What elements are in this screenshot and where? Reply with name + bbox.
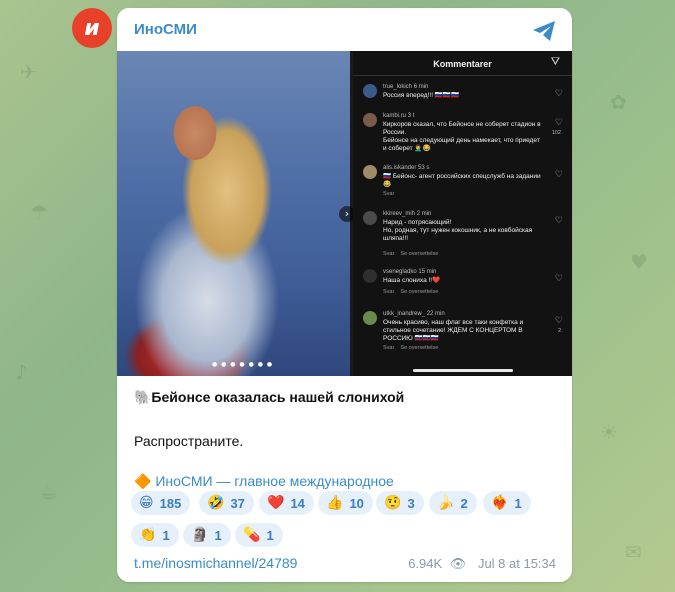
telegram-share-icon	[533, 21, 555, 41]
raised-eyebrow-emoji-icon: 🤨	[384, 495, 402, 511]
avatar	[363, 211, 377, 225]
comment-user: vsenegladko 15 min	[383, 269, 437, 275]
reaction-banana[interactable]: 🍌 2	[429, 491, 477, 515]
comments-divider	[353, 75, 572, 76]
heart-icon: ♡	[554, 88, 563, 98]
comment-text: 🇷🇺 Бейонс- агент российских спецслужб на…	[383, 173, 541, 188]
channel-name[interactable]: ИноСМИ	[134, 21, 197, 38]
like-count: 102	[551, 130, 561, 136]
channel-avatar[interactable]: и	[72, 8, 112, 48]
comment-text: Наша слониха !!❤️	[383, 277, 441, 284]
background-doodle: ✈	[20, 60, 37, 84]
view-count: 6.94K	[408, 556, 443, 571]
beyonce-photo[interactable]	[117, 51, 350, 376]
avatar	[363, 113, 377, 127]
reaction-heart[interactable]: ❤️ 14	[259, 491, 314, 515]
post-meta: 6.94K 👁 Jul 8 at 15:34	[408, 556, 556, 572]
reaction-count: 1	[514, 495, 522, 511]
avatar	[363, 165, 377, 179]
heart-icon: ♡	[554, 273, 563, 283]
reaction-count: 185	[159, 495, 182, 511]
reaction-count: 37	[230, 495, 245, 511]
reaction-count: 1	[214, 527, 222, 543]
channel-avatar-letter: и	[84, 15, 100, 41]
comment-meta: Svar	[383, 191, 395, 197]
comment-text: Россия вперед!!! 🇷🇺🇷🇺🇷🇺	[383, 92, 460, 99]
reaction-moai[interactable]: 🗿 1	[183, 523, 231, 547]
rofl-emoji-icon: 🤣	[207, 495, 225, 511]
reaction-pill[interactable]: 💊 1	[235, 523, 283, 547]
comment-user: alis.iskander 53 s	[383, 165, 430, 171]
reaction-clap[interactable]: 👏 1	[131, 523, 179, 547]
reaction-count: 2	[460, 495, 468, 511]
reaction-raised-eyebrow[interactable]: 🤨 3	[376, 491, 424, 515]
comment-item: kambi.ru 3 t Киркоров сказал, что Бейонс…	[363, 113, 563, 163]
background-doodle: ☀	[600, 420, 618, 444]
background-doodle: ☕	[40, 480, 58, 504]
avatar	[363, 84, 377, 98]
comments-screenshot: Kommentarer ⛛ true_lokich 6 min Россия в…	[353, 51, 572, 376]
reaction-rofl[interactable]: 🤣 37	[199, 491, 254, 515]
banana-emoji-icon: 🍌	[437, 495, 455, 511]
channel-promo-link[interactable]: 🔶 ИноСМИ — главное международное	[134, 473, 394, 490]
reaction-grin[interactable]: 😁 185	[131, 491, 191, 515]
reaction-thumbs-up[interactable]: 👍 10	[318, 491, 373, 515]
heart-icon: ♡	[554, 169, 563, 179]
comment-user: utkk_inandrew_ 22 min	[383, 311, 445, 317]
heart-emoji-icon: ❤️	[267, 495, 285, 511]
post-media[interactable]: › ● ● ● ● ● ● ● Kommentarer ⛛ true_lokic…	[117, 51, 572, 376]
reaction-heart-on-fire[interactable]: ❤️‍🔥 1	[483, 491, 531, 515]
comment-text: Киркоров сказал, что Бейонсе не соберет …	[383, 121, 541, 152]
comment-text: Очень красиво, наш флаг все таки конфетк…	[383, 319, 524, 342]
reaction-count: 3	[407, 495, 415, 511]
moai-emoji-icon: 🗿	[191, 527, 209, 543]
post-permalink[interactable]: t.me/inosmichannel/24789	[134, 555, 297, 571]
post-date: Jul 8 at 15:34	[477, 556, 556, 571]
comment-user: kkireev_mih 2 min	[383, 211, 432, 217]
heart-icon: ♡	[554, 117, 563, 127]
grin-emoji-icon: 😁	[139, 495, 154, 511]
heart-icon: ♡	[554, 315, 563, 325]
comments-header: Kommentarer	[433, 59, 492, 69]
heart-on-fire-emoji-icon: ❤️‍🔥	[491, 495, 509, 511]
background-doodle: ♪	[15, 360, 28, 384]
eye-icon: 👁	[449, 556, 467, 571]
background-doodle: ☂	[30, 200, 48, 224]
avatar	[363, 311, 377, 325]
pill-emoji-icon: 💊	[243, 527, 261, 543]
comment-item: true_lokich 6 min Россия вперед!!! 🇷🇺🇷🇺🇷…	[363, 84, 563, 104]
comment-meta: Svar Se oversettelse	[383, 289, 439, 295]
comment-item: kkireev_mih 2 min Нарид - потрясающий! Н…	[363, 211, 563, 259]
message-bubble: ИноСМИ › ● ● ● ● ● ● ● Kommentarer ⛛ tru…	[117, 8, 572, 582]
clap-emoji-icon: 👏	[139, 527, 157, 543]
comment-user: kambi.ru 3 t	[383, 113, 415, 119]
comment-item: alis.iskander 53 s 🇷🇺 Бейонс- агент росс…	[363, 165, 563, 203]
comment-meta: Svar Se oversettelse	[383, 251, 439, 257]
like-count: 2	[557, 328, 561, 334]
reaction-count: 10	[349, 495, 364, 511]
carousel-dots: ● ● ● ● ● ● ●	[212, 361, 274, 368]
avatar	[363, 269, 377, 283]
comment-user: true_lokich 6 min	[383, 84, 429, 90]
reaction-count: 1	[162, 527, 170, 543]
comment-item: utkk_inandrew_ 22 min Очень красиво, наш…	[363, 311, 563, 367]
comment-item: vsenegladko 15 min Наша слониха !!❤️ Sva…	[363, 269, 563, 305]
heart-icon: ♡	[554, 215, 563, 225]
background-doodle: ✿	[610, 90, 627, 114]
filter-icon: ⛛	[550, 56, 560, 68]
background-doodle: ✉	[625, 540, 642, 564]
reaction-count: 1	[266, 527, 274, 543]
reaction-count: 14	[290, 495, 305, 511]
post-title: 🐘Бейонсе оказалась нашей слонихой	[134, 389, 405, 405]
comment-text: Нарид - потрясающий! Но, родная, тут нуж…	[383, 219, 533, 242]
home-indicator	[413, 369, 513, 372]
thumbs-up-emoji-icon: 👍	[326, 495, 344, 511]
comment-meta: Svar Se oversettelse	[383, 345, 439, 351]
post-body: Распространите.	[134, 433, 244, 449]
share-button[interactable]	[530, 18, 558, 44]
background-doodle: ♥	[630, 250, 648, 274]
